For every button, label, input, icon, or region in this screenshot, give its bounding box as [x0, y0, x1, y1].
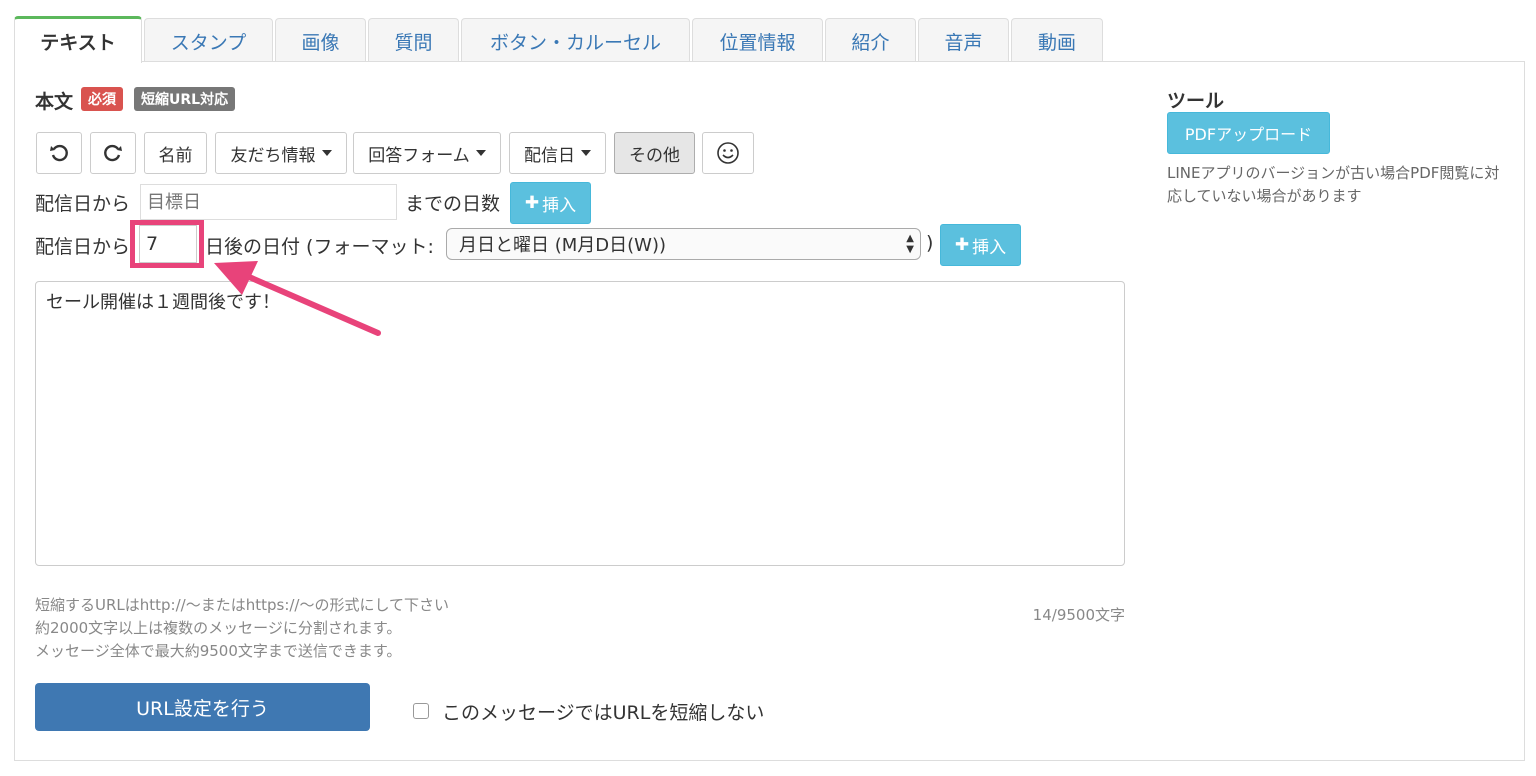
help-line: 短縮するURLはhttp://〜またはhttps://〜の形式にして下さい — [35, 596, 450, 614]
message-textarea[interactable]: セール開催は１週間後です！ — [35, 281, 1125, 566]
tab-introduction[interactable]: 紹介 — [825, 18, 916, 63]
tools-title: ツール — [1167, 90, 1225, 112]
help-text: 短縮するURLはhttp://〜またはhttps://〜の形式にして下さい 約2… — [35, 594, 449, 663]
insert-date-after-button[interactable]: ✚ 挿入 — [940, 224, 1021, 266]
tab-button-carousel[interactable]: ボタン・カルーセル — [461, 18, 690, 63]
delivery-date-dropdown[interactable]: 配信日 — [509, 132, 606, 174]
answer-form-dropdown[interactable]: 回答フォーム — [353, 132, 501, 174]
char-counter: 14/9500文字 — [1032, 606, 1125, 624]
annotation-arrow-icon — [214, 261, 381, 336]
days-until-suffix: までの日数 — [405, 193, 501, 215]
tab-bar: テキスト スタンプ 画像 質問 ボタン・カルーセル 位置情報 紹介 音声 動画 — [14, 16, 1105, 63]
insert-name-button[interactable]: 名前 — [144, 132, 207, 174]
date-after-prefix: 配信日から — [35, 236, 131, 258]
friend-info-label: 友だち情報 — [230, 145, 316, 166]
tab-stamp[interactable]: スタンプ — [144, 18, 273, 63]
plus-icon: ✚ — [954, 235, 970, 255]
tab-text[interactable]: テキスト — [14, 16, 142, 63]
undo-icon — [50, 144, 68, 162]
caret-down-icon — [581, 150, 591, 156]
plus-icon: ✚ — [524, 193, 540, 213]
caret-down-icon — [321, 150, 332, 156]
other-button[interactable]: その他 — [614, 132, 695, 174]
redo-button[interactable] — [90, 132, 136, 174]
days-until-prefix: 配信日から — [35, 193, 131, 215]
smiley-icon — [717, 142, 739, 164]
no-shorten-label[interactable]: このメッセージではURLを短縮しない — [442, 698, 764, 725]
delivery-date-label: 配信日 — [524, 145, 575, 166]
help-line: 約2000文字以上は複数のメッセージに分割されます。 — [35, 619, 402, 637]
close-paren: ) — [926, 232, 934, 254]
undo-button[interactable] — [36, 132, 82, 174]
select-arrows-icon: ▲ ▼ — [906, 233, 914, 255]
required-badge: 必須 — [81, 87, 123, 111]
redo-icon — [104, 144, 122, 162]
pdf-note: LINEアプリのバージョンが古い場合PDF閲覧に対応していない場合があります — [1167, 164, 1500, 205]
tab-location[interactable]: 位置情報 — [692, 18, 823, 63]
url-settings-button[interactable]: URL設定を行う — [35, 683, 370, 731]
tab-video[interactable]: 動画 — [1011, 18, 1103, 63]
highlight-box — [130, 220, 204, 268]
emoji-button[interactable] — [702, 132, 754, 174]
tab-question[interactable]: 質問 — [368, 18, 459, 63]
insert-label: 挿入 — [972, 237, 1007, 258]
help-line: メッセージ全体で最大約9500文字まで送信できます。 — [35, 642, 402, 660]
no-shorten-checkbox[interactable] — [413, 703, 429, 719]
tab-image[interactable]: 画像 — [275, 18, 366, 63]
caret-down-icon — [475, 150, 486, 156]
target-date-input[interactable] — [140, 184, 397, 220]
date-format-select[interactable]: 月日と曜日 (M月D日(W)) ▲ ▼ — [446, 228, 921, 260]
body-title: 本文 — [35, 91, 74, 113]
insert-days-until-button[interactable]: ✚ 挿入 — [510, 182, 591, 224]
short-url-badge: 短縮URL対応 — [134, 87, 236, 111]
answer-form-label: 回答フォーム — [368, 145, 470, 166]
friend-info-dropdown[interactable]: 友だち情報 — [215, 132, 347, 174]
pdf-upload-button[interactable]: PDFアップロード — [1167, 112, 1330, 154]
date-format-value: 月日と曜日 (M月D日(W)) — [459, 235, 666, 256]
tab-audio[interactable]: 音声 — [918, 18, 1009, 63]
insert-label: 挿入 — [542, 195, 577, 216]
